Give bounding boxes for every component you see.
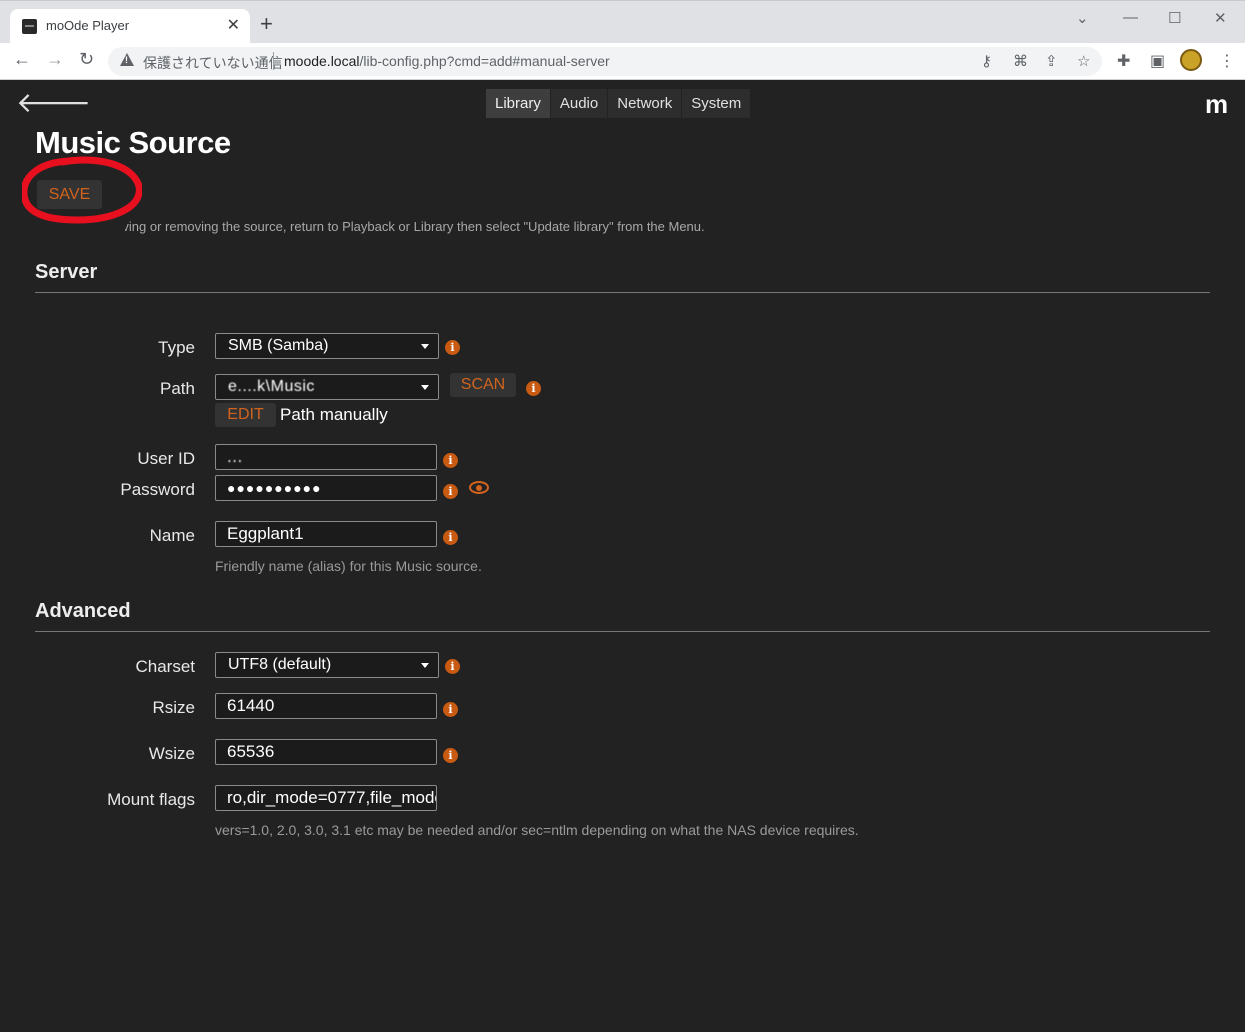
browser-tab[interactable]: moOde Player ✕ xyxy=(10,9,250,44)
moode-config-page: 🡐 Library Audio Network System m Music S… xyxy=(0,81,1245,1032)
tab-system[interactable]: System xyxy=(682,89,752,118)
name-label: Name xyxy=(149,526,195,545)
side-panel-icon[interactable]: ▣ xyxy=(1150,51,1165,71)
share-icon[interactable]: ⇪ xyxy=(1045,52,1058,70)
new-tab-icon[interactable]: + xyxy=(260,13,273,35)
path-select[interactable]: e....k\Music xyxy=(215,374,439,400)
path-select-value: e....k\Music xyxy=(228,378,315,395)
page-title: Music Source xyxy=(35,125,231,160)
save-button[interactable]: SAVE xyxy=(37,180,102,209)
rsize-input[interactable]: 61440 xyxy=(215,693,437,719)
mountflags-label: Mount flags xyxy=(107,790,195,809)
path-manually-label: Path manually xyxy=(280,405,388,424)
password-value: ●●●●●●●●●● xyxy=(227,480,322,496)
minimize-icon[interactable]: — xyxy=(1123,9,1138,26)
window-close-icon[interactable]: ✕ xyxy=(1214,9,1227,27)
moode-logo[interactable]: m xyxy=(1205,89,1228,120)
type-label: Type xyxy=(158,338,195,357)
tab-network[interactable]: Network xyxy=(608,89,683,118)
advanced-section-heading: Advanced xyxy=(35,600,131,622)
mountflags-value: ro,dir_mode=0777,file_mode xyxy=(227,788,437,807)
back-arrow-icon[interactable]: 🡐 xyxy=(16,89,91,117)
password-info-icon[interactable]: i xyxy=(443,484,458,499)
tab-audio[interactable]: Audio xyxy=(551,89,609,118)
key-icon[interactable]: ⚷ xyxy=(981,52,992,70)
rsize-label: Rsize xyxy=(152,698,195,717)
password-label: Password xyxy=(120,480,195,499)
chevron-down-icon xyxy=(421,385,429,390)
extensions-puzzle-icon[interactable]: ✚ xyxy=(1117,51,1130,71)
userid-input[interactable]: ... xyxy=(215,444,437,470)
tab-close-icon[interactable]: ✕ xyxy=(227,15,240,35)
save-note: NOTE: After saving or removing the sourc… xyxy=(35,219,705,234)
type-select-value: SMB (Samba) xyxy=(228,337,329,354)
chevron-down-icon xyxy=(421,663,429,668)
name-input[interactable]: Eggplant1 xyxy=(215,521,437,547)
bookmark-star-icon[interactable]: ☆ xyxy=(1077,52,1090,70)
mountflags-input[interactable]: ro,dir_mode=0777,file_mode xyxy=(215,785,437,811)
reload-icon[interactable]: ↻ xyxy=(79,49,94,70)
userid-info-icon[interactable]: i xyxy=(443,453,458,468)
rsize-value: 61440 xyxy=(227,696,275,715)
annotation-occlusion xyxy=(33,217,125,235)
type-select[interactable]: SMB (Samba) xyxy=(215,333,439,359)
name-help-text: Friendly name (alias) for this Music sou… xyxy=(215,558,482,574)
url-divider xyxy=(273,52,274,70)
rsize-info-icon[interactable]: i xyxy=(443,702,458,717)
section-divider xyxy=(35,631,1210,632)
userid-label: User ID xyxy=(137,449,195,468)
not-secure-warning-icon[interactable] xyxy=(120,53,134,66)
browser-toolbar: ← → ↻ 保護されていない通信 moode.local/lib-config.… xyxy=(0,43,1245,80)
tab-library[interactable]: Library xyxy=(486,89,551,118)
wsize-label: Wsize xyxy=(148,744,195,763)
edit-path-button[interactable]: EDIT xyxy=(215,403,276,427)
section-divider xyxy=(35,292,1210,293)
profile-avatar[interactable] xyxy=(1180,49,1202,71)
forward-icon[interactable]: → xyxy=(46,49,64,70)
browser-tab-strip: moOde Player ✕ + ⌄ — ☐ ✕ xyxy=(0,0,1245,44)
maximize-icon[interactable]: ☐ xyxy=(1168,9,1181,27)
tab-search-chevron-icon[interactable]: ⌄ xyxy=(1076,9,1089,27)
path-label: Path xyxy=(160,379,195,398)
menu-kebab-icon[interactable]: ⋮ xyxy=(1219,51,1235,71)
scan-button[interactable]: SCAN xyxy=(450,373,516,397)
mountflags-help-text: vers=1.0, 2.0, 3.0, 3.1 etc may be neede… xyxy=(215,822,859,838)
translate-icon[interactable]: ⌘ xyxy=(1013,52,1028,70)
charset-select[interactable]: UTF8 (default) xyxy=(215,652,439,678)
wsize-value: 65536 xyxy=(227,742,275,761)
name-value: Eggplant1 xyxy=(227,524,304,543)
address-bar[interactable]: 保護されていない通信 moode.local/lib-config.php?cm… xyxy=(108,47,1102,76)
type-info-icon[interactable]: i xyxy=(445,340,460,355)
charset-info-icon[interactable]: i xyxy=(445,659,460,674)
path-info-icon[interactable]: i xyxy=(526,381,541,396)
password-input[interactable]: ●●●●●●●●●● xyxy=(215,475,437,501)
name-info-icon[interactable]: i xyxy=(443,530,458,545)
url-text[interactable]: moode.local/lib-config.php?cmd=add#manua… xyxy=(284,53,610,69)
wsize-info-icon[interactable]: i xyxy=(443,748,458,763)
show-password-eye-icon[interactable] xyxy=(469,481,489,494)
wsize-input[interactable]: 65536 xyxy=(215,739,437,765)
charset-label: Charset xyxy=(135,657,195,676)
charset-select-value: UTF8 (default) xyxy=(228,656,332,673)
back-icon[interactable]: ← xyxy=(13,49,31,70)
chevron-down-icon xyxy=(421,344,429,349)
config-nav-tabs: Library Audio Network System xyxy=(486,89,752,118)
tab-title: moOde Player xyxy=(46,18,130,33)
security-status[interactable]: 保護されていない通信 xyxy=(143,53,283,73)
userid-value: ... xyxy=(227,447,243,466)
server-section-heading: Server xyxy=(35,261,98,283)
moode-favicon-icon xyxy=(22,19,37,34)
